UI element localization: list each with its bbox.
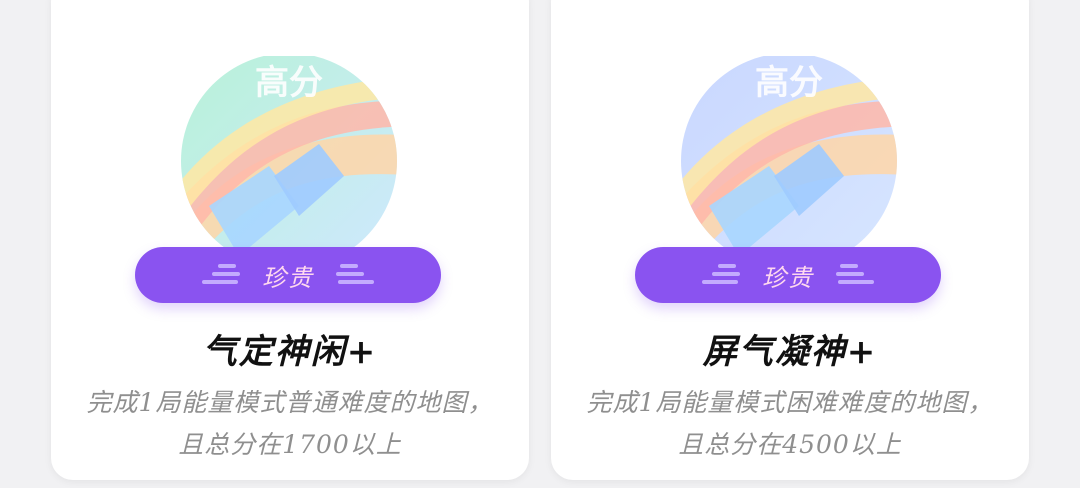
achievement-badge-art: 高分 — [181, 56, 397, 256]
achievements-page: 高分 珍贵 气定神闲+ 完成1局能量模式普通难度的地图，且总分在1700以上 高… — [0, 0, 1080, 488]
achievement-card[interactable]: 高分 珍贵 屏气凝神+ 完成1局能量模式困难难度的地图，且总分在4500以上 — [551, 0, 1029, 480]
rarity-pill: 珍贵 — [635, 247, 941, 303]
achievement-description: 完成1局能量模式普通难度的地图，且总分在1700以上 — [86, 388, 494, 459]
rarity-label: 珍贵 — [762, 263, 814, 292]
achievement-title: 屏气凝神+ — [702, 332, 878, 372]
achievement-title: 气定神闲+ — [202, 332, 378, 372]
rarity-bars-right-icon — [836, 258, 874, 292]
rarity-label: 珍贵 — [262, 263, 314, 292]
art-label-text: 高分 — [255, 63, 323, 103]
rarity-bars-left-icon — [702, 258, 740, 292]
rarity-bars-right-icon — [336, 258, 374, 292]
rarity-bars-left-icon — [202, 258, 240, 292]
art-label-text: 高分 — [755, 63, 823, 103]
rarity-pill: 珍贵 — [135, 247, 441, 303]
achievement-badge-art: 高分 — [681, 56, 897, 256]
achievement-card[interactable]: 高分 珍贵 气定神闲+ 完成1局能量模式普通难度的地图，且总分在1700以上 — [51, 0, 529, 480]
achievement-description: 完成1局能量模式困难难度的地图，且总分在4500以上 — [586, 388, 994, 459]
